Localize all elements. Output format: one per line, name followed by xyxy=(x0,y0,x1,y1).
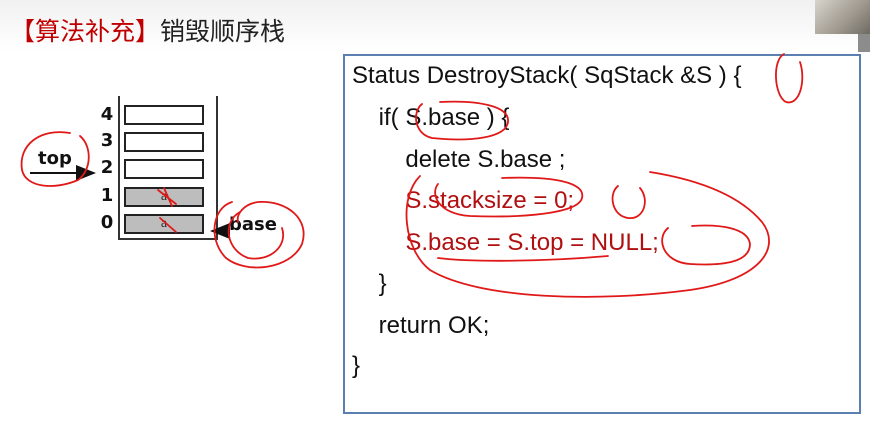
code-line-7: return OK; xyxy=(352,312,490,339)
webcam-overlay xyxy=(815,0,870,34)
stack-index-0: 0 xyxy=(100,212,114,233)
code-line-8: } xyxy=(352,352,361,379)
code-line-6: } xyxy=(352,270,387,297)
stack-cell-0: a xyxy=(124,214,204,234)
title-topic: 算法补充 xyxy=(35,17,136,46)
stack-cell-3 xyxy=(124,132,204,152)
stack-cell-2 xyxy=(124,159,204,179)
top-pointer-label: top xyxy=(38,148,72,169)
stack-index-4: 4 xyxy=(100,104,114,125)
code-line-5: S.base = S.top = NULL; xyxy=(352,229,659,256)
webcam-edge xyxy=(858,34,870,52)
title-subtitle: 销毁顺序栈 xyxy=(160,17,286,46)
code-line-3: delete S.base ; xyxy=(352,146,566,173)
slide-title: 【算法补充】销毁顺序栈 xyxy=(10,12,285,48)
stack-index-3: 3 xyxy=(100,130,114,151)
code-line-1: Status DestroyStack( SqStack &S ) { xyxy=(352,62,742,89)
base-pointer-label: base xyxy=(229,214,277,235)
code-line-2: if( S.base ) { xyxy=(352,104,510,131)
stack-index-2: 2 xyxy=(100,157,114,178)
stack-index-1: 1 xyxy=(100,185,114,206)
stack-cell-4 xyxy=(124,105,204,125)
stack-cell-label: a xyxy=(160,189,168,204)
code-line-4: S.stacksize = 0; xyxy=(352,187,575,214)
stack-cell-label: a xyxy=(160,216,168,231)
title-bracket-open: 【 xyxy=(10,17,36,46)
stack-cell-1: a xyxy=(124,187,204,207)
title-bracket-close: 】 xyxy=(135,17,161,46)
